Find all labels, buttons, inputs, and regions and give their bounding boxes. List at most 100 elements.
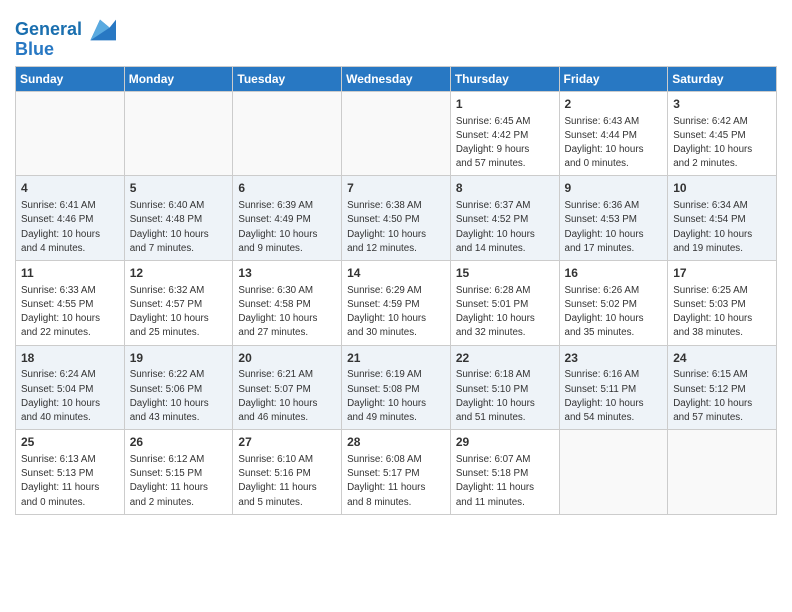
day-number: 25 (21, 434, 119, 451)
day-number: 2 (565, 96, 663, 113)
day-info: Sunrise: 6:41 AM Sunset: 4:46 PM Dayligh… (21, 199, 119, 256)
day-number: 23 (565, 350, 663, 367)
day-number: 6 (238, 180, 336, 197)
day-number: 28 (347, 434, 445, 451)
day-number: 9 (565, 180, 663, 197)
day-number: 4 (21, 180, 119, 197)
calendar: SundayMondayTuesdayWednesdayThursdayFrid… (15, 66, 777, 515)
calendar-week-row: 18Sunrise: 6:24 AM Sunset: 5:04 PM Dayli… (16, 345, 777, 430)
calendar-body: 1 Sunrise: 6:45 AM Sunset: 4:42 PM Daylig… (16, 91, 777, 514)
calendar-week-row: 4 Sunrise: 6:41 AM Sunset: 4:46 PM Daylig… (16, 176, 777, 261)
logo: General Blue (15, 16, 116, 60)
calendar-cell: 14 Sunrise: 6:29 AM Sunset: 4:59 PM Dayli… (342, 261, 451, 346)
day-number: 15 (456, 265, 554, 282)
day-number: 16 (565, 265, 663, 282)
day-info: Sunrise: 6:21 AM Sunset: 5:07 PM Dayligh… (238, 368, 336, 425)
day-info: Sunrise: 6:13 AM Sunset: 5:13 PM Dayligh… (21, 453, 119, 510)
day-info: Sunrise: 6:24 AM Sunset: 5:04 PM Dayligh… (21, 368, 119, 425)
day-info: Sunrise: 6:34 AM Sunset: 4:54 PM Dayligh… (673, 199, 771, 256)
day-of-week-header: Thursday (450, 66, 559, 91)
day-info: Sunrise: 6:08 AM Sunset: 5:17 PM Dayligh… (347, 453, 445, 510)
day-info: Sunrise: 6:18 AM Sunset: 5:10 PM Dayligh… (456, 368, 554, 425)
calendar-cell: 15 Sunrise: 6:28 AM Sunset: 5:01 PM Dayli… (450, 261, 559, 346)
calendar-cell (668, 430, 777, 515)
day-info: Sunrise: 6:40 AM Sunset: 4:48 PM Dayligh… (130, 199, 228, 256)
day-number: 29 (456, 434, 554, 451)
days-of-week-row: SundayMondayTuesdayWednesdayThursdayFrid… (16, 66, 777, 91)
calendar-cell: 26 Sunrise: 6:12 AM Sunset: 5:15 PM Dayli… (124, 430, 233, 515)
day-of-week-header: Monday (124, 66, 233, 91)
calendar-header: SundayMondayTuesdayWednesdayThursdayFrid… (16, 66, 777, 91)
calendar-cell: 25 Sunrise: 6:13 AM Sunset: 5:13 PM Dayli… (16, 430, 125, 515)
day-info: Sunrise: 6:33 AM Sunset: 4:55 PM Dayligh… (21, 284, 119, 341)
day-info: Sunrise: 6:12 AM Sunset: 5:15 PM Dayligh… (130, 453, 228, 510)
day-number: 26 (130, 434, 228, 451)
calendar-cell: 4 Sunrise: 6:41 AM Sunset: 4:46 PM Daylig… (16, 176, 125, 261)
day-number: 14 (347, 265, 445, 282)
day-info: Sunrise: 6:10 AM Sunset: 5:16 PM Dayligh… (238, 453, 336, 510)
day-number: 8 (456, 180, 554, 197)
calendar-cell: 7Sunrise: 6:38 AM Sunset: 4:50 PM Daylig… (342, 176, 451, 261)
calendar-week-row: 25 Sunrise: 6:13 AM Sunset: 5:13 PM Dayli… (16, 430, 777, 515)
calendar-cell (16, 91, 125, 176)
calendar-cell: 24Sunrise: 6:15 AM Sunset: 5:12 PM Dayli… (668, 345, 777, 430)
day-info: Sunrise: 6:43 AM Sunset: 4:44 PM Dayligh… (565, 115, 663, 172)
day-number: 3 (673, 96, 771, 113)
day-info: Sunrise: 6:19 AM Sunset: 5:08 PM Dayligh… (347, 368, 445, 425)
calendar-cell: 10 Sunrise: 6:34 AM Sunset: 4:54 PM Dayli… (668, 176, 777, 261)
calendar-week-row: 1 Sunrise: 6:45 AM Sunset: 4:42 PM Daylig… (16, 91, 777, 176)
calendar-cell: 16 Sunrise: 6:26 AM Sunset: 5:02 PM Dayli… (559, 261, 668, 346)
day-info: Sunrise: 6:37 AM Sunset: 4:52 PM Dayligh… (456, 199, 554, 256)
calendar-cell: 13 Sunrise: 6:30 AM Sunset: 4:58 PM Dayli… (233, 261, 342, 346)
day-number: 17 (673, 265, 771, 282)
day-of-week-header: Tuesday (233, 66, 342, 91)
calendar-cell: 18Sunrise: 6:24 AM Sunset: 5:04 PM Dayli… (16, 345, 125, 430)
day-info: Sunrise: 6:30 AM Sunset: 4:58 PM Dayligh… (238, 284, 336, 341)
day-info: Sunrise: 6:22 AM Sunset: 5:06 PM Dayligh… (130, 368, 228, 425)
day-info: Sunrise: 6:25 AM Sunset: 5:03 PM Dayligh… (673, 284, 771, 341)
calendar-cell: 1 Sunrise: 6:45 AM Sunset: 4:42 PM Daylig… (450, 91, 559, 176)
day-of-week-header: Wednesday (342, 66, 451, 91)
day-number: 18 (21, 350, 119, 367)
logo-icon (84, 16, 116, 44)
day-number: 20 (238, 350, 336, 367)
day-number: 27 (238, 434, 336, 451)
day-number: 24 (673, 350, 771, 367)
calendar-cell (342, 91, 451, 176)
calendar-cell: 22Sunrise: 6:18 AM Sunset: 5:10 PM Dayli… (450, 345, 559, 430)
calendar-cell (559, 430, 668, 515)
calendar-cell: 19Sunrise: 6:22 AM Sunset: 5:06 PM Dayli… (124, 345, 233, 430)
calendar-cell: 12Sunrise: 6:32 AM Sunset: 4:57 PM Dayli… (124, 261, 233, 346)
day-number: 1 (456, 96, 554, 113)
calendar-cell: 27 Sunrise: 6:10 AM Sunset: 5:16 PM Dayli… (233, 430, 342, 515)
day-info: Sunrise: 6:42 AM Sunset: 4:45 PM Dayligh… (673, 115, 771, 172)
day-number: 21 (347, 350, 445, 367)
calendar-cell: 21Sunrise: 6:19 AM Sunset: 5:08 PM Dayli… (342, 345, 451, 430)
calendar-cell: 29 Sunrise: 6:07 AM Sunset: 5:18 PM Dayli… (450, 430, 559, 515)
day-of-week-header: Friday (559, 66, 668, 91)
day-number: 11 (21, 265, 119, 282)
day-info: Sunrise: 6:36 AM Sunset: 4:53 PM Dayligh… (565, 199, 663, 256)
day-of-week-header: Sunday (16, 66, 125, 91)
day-number: 5 (130, 180, 228, 197)
day-number: 13 (238, 265, 336, 282)
calendar-cell (233, 91, 342, 176)
day-info: Sunrise: 6:29 AM Sunset: 4:59 PM Dayligh… (347, 284, 445, 341)
calendar-cell: 17 Sunrise: 6:25 AM Sunset: 5:03 PM Dayli… (668, 261, 777, 346)
day-info: Sunrise: 6:28 AM Sunset: 5:01 PM Dayligh… (456, 284, 554, 341)
logo-general: General (15, 19, 82, 39)
day-info: Sunrise: 6:07 AM Sunset: 5:18 PM Dayligh… (456, 453, 554, 510)
day-info: Sunrise: 6:39 AM Sunset: 4:49 PM Dayligh… (238, 199, 336, 256)
calendar-cell: 23Sunrise: 6:16 AM Sunset: 5:11 PM Dayli… (559, 345, 668, 430)
day-of-week-header: Saturday (668, 66, 777, 91)
calendar-cell: 2 Sunrise: 6:43 AM Sunset: 4:44 PM Daylig… (559, 91, 668, 176)
calendar-cell: 6 Sunrise: 6:39 AM Sunset: 4:49 PM Daylig… (233, 176, 342, 261)
day-info: Sunrise: 6:45 AM Sunset: 4:42 PM Dayligh… (456, 115, 554, 172)
day-number: 10 (673, 180, 771, 197)
calendar-cell: 11 Sunrise: 6:33 AM Sunset: 4:55 PM Dayli… (16, 261, 125, 346)
day-info: Sunrise: 6:15 AM Sunset: 5:12 PM Dayligh… (673, 368, 771, 425)
day-info: Sunrise: 6:26 AM Sunset: 5:02 PM Dayligh… (565, 284, 663, 341)
calendar-cell: 20Sunrise: 6:21 AM Sunset: 5:07 PM Dayli… (233, 345, 342, 430)
logo-text: General (15, 20, 82, 40)
calendar-week-row: 11 Sunrise: 6:33 AM Sunset: 4:55 PM Dayli… (16, 261, 777, 346)
